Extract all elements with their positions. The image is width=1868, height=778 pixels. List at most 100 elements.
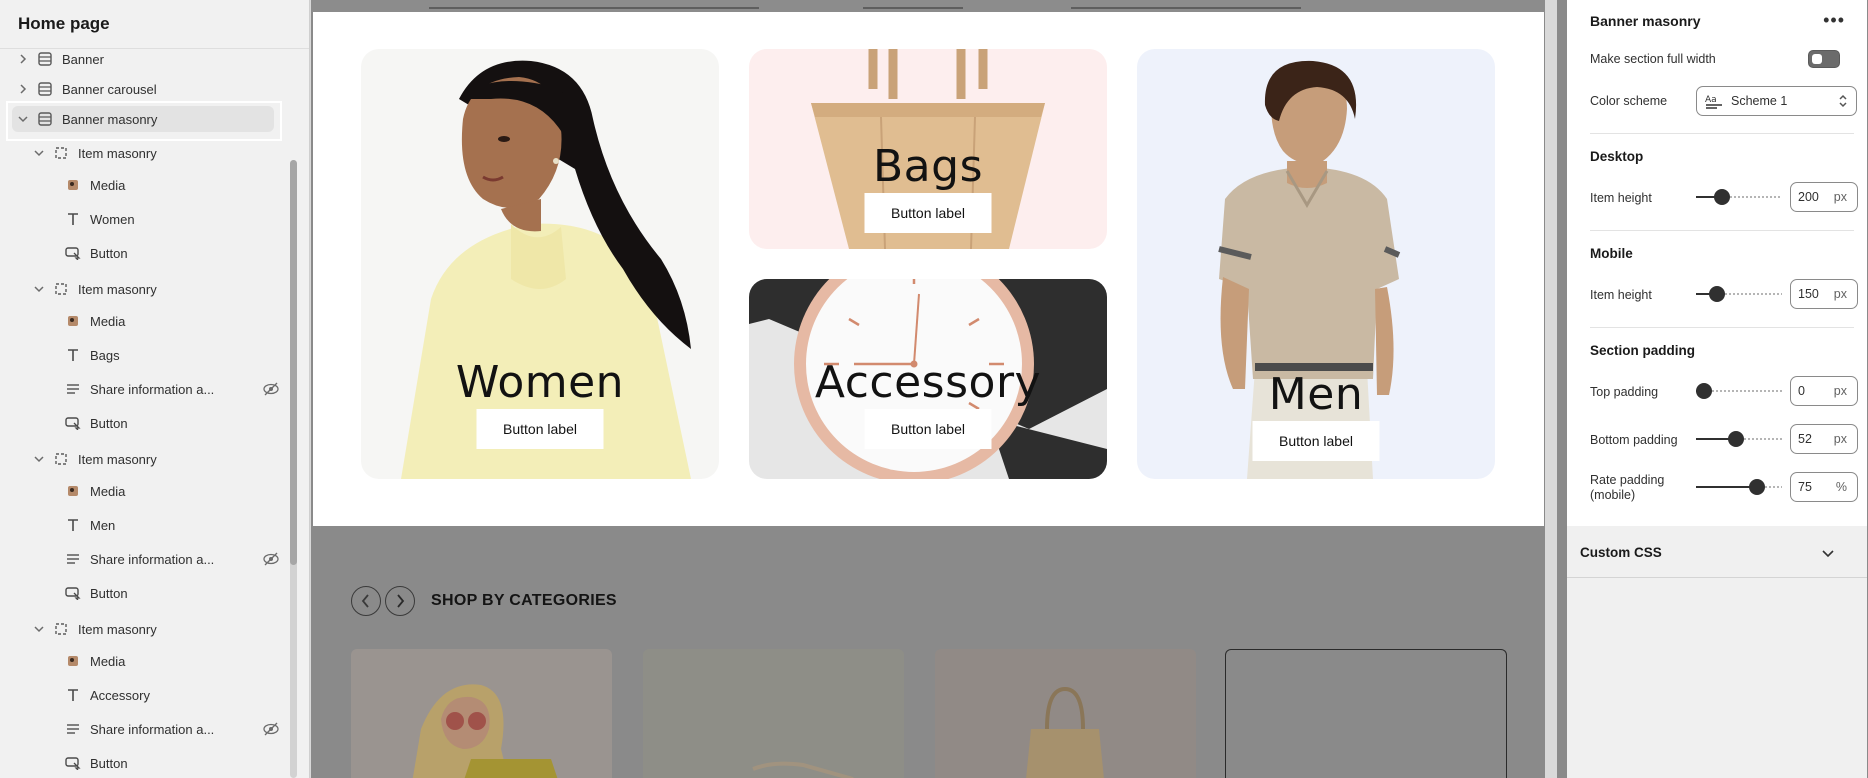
slider-track[interactable] (1704, 390, 1782, 392)
carousel-prev-button[interactable] (351, 586, 381, 616)
tree-item-label: Button (90, 245, 128, 261)
block-icon (52, 450, 70, 468)
settings-card: Banner masonry ••• Make section full wid… (1567, 0, 1867, 526)
tree-item-label: Button (90, 585, 128, 601)
slider-thumb[interactable] (1714, 189, 1730, 205)
previous-section-line (863, 7, 963, 9)
tree-item-men[interactable]: Men (64, 512, 280, 538)
custom-css-label[interactable]: Custom CSS (1580, 545, 1662, 560)
lines-icon (64, 550, 82, 568)
top-padding-slider[interactable] (1696, 383, 1782, 399)
tree-item-item-masonry[interactable]: Item masonry (32, 276, 276, 302)
media-icon (64, 312, 82, 330)
masonry-item-women[interactable]: Women Button label (361, 49, 719, 479)
input-unit: px (1833, 384, 1847, 398)
chevron-right-icon (397, 594, 405, 608)
text-icon (64, 210, 82, 228)
desktop-item-height-slider[interactable] (1696, 189, 1782, 205)
tree-item-item-masonry[interactable]: Item masonry (32, 446, 276, 472)
carousel-next-button[interactable] (385, 586, 415, 616)
color-scheme-select[interactable]: Aa Scheme 1 (1696, 86, 1857, 116)
desktop-item-height-input[interactable]: 200 px (1790, 182, 1858, 212)
tree-item-button[interactable]: Button (64, 410, 280, 436)
tree-item-bags[interactable]: Bags (64, 342, 280, 368)
chevron-down-icon[interactable] (32, 452, 46, 466)
tree-item-label: Item masonry (78, 145, 157, 161)
slider-thumb[interactable] (1696, 383, 1712, 399)
eye-off-icon[interactable] (262, 720, 280, 738)
eye-off-icon[interactable] (262, 380, 280, 398)
women-heading: Women (455, 357, 625, 408)
category-card[interactable] (935, 649, 1196, 778)
tree-item-label: Women (90, 211, 135, 227)
tree-item-banner-carousel[interactable]: Banner carousel (16, 76, 276, 102)
bags-button[interactable]: Button label (864, 193, 992, 233)
full-width-toggle[interactable] (1808, 50, 1840, 68)
slider-track[interactable] (1717, 293, 1782, 295)
tree-item-women[interactable]: Women (64, 206, 280, 232)
category-card[interactable] (351, 649, 612, 778)
input-unit: % (1835, 480, 1847, 494)
bottom-padding-slider[interactable] (1696, 431, 1782, 447)
slider-thumb[interactable] (1709, 286, 1725, 302)
masonry-item-accessory[interactable]: Accessory Button label (749, 279, 1107, 479)
chevron-right-icon[interactable] (16, 52, 30, 66)
tree-item-share-information-a[interactable]: Share information a... (64, 376, 280, 402)
chevron-down-icon[interactable] (1822, 545, 1834, 563)
rate-padding-slider[interactable] (1696, 479, 1782, 495)
block-icon (52, 144, 70, 162)
text-icon (64, 686, 82, 704)
tree-item-media[interactable]: Media (64, 172, 280, 198)
banner-masonry-section[interactable]: Women Button label Bags Button label Acc… (313, 12, 1544, 526)
tree-item-label: Button (90, 415, 128, 431)
tree-item-media[interactable]: Media (64, 478, 280, 504)
section-padding-heading: Section padding (1590, 343, 1696, 358)
rate-padding-label-2: (mobile) (1590, 488, 1636, 502)
bottom-padding-label: Bottom padding (1590, 433, 1678, 447)
tree-item-accessory[interactable]: Accessory (64, 682, 280, 708)
tree-item-media[interactable]: Media (64, 308, 280, 334)
tree-item-item-masonry[interactable]: Item masonry (32, 616, 276, 642)
tree-item-button[interactable]: Button (64, 750, 280, 776)
accessory-button[interactable]: Button label (864, 409, 992, 449)
mobile-heading: Mobile (1590, 246, 1633, 261)
button-icon (64, 584, 82, 602)
slider-thumb[interactable] (1749, 479, 1765, 495)
tree-item-item-masonry[interactable]: Item masonry (32, 140, 276, 166)
desktop-item-height-label: Item height (1590, 191, 1652, 205)
slider-thumb[interactable] (1728, 431, 1744, 447)
tree-item-share-information-a[interactable]: Share information a... (64, 546, 280, 572)
tree-item-share-information-a[interactable]: Share information a... (64, 716, 280, 742)
slider-track[interactable] (1722, 196, 1782, 198)
men-button[interactable]: Button label (1252, 421, 1380, 461)
tree-item-button[interactable]: Button (64, 240, 280, 266)
chevron-down-icon[interactable] (32, 622, 46, 636)
input-unit: px (1833, 432, 1847, 446)
women-button[interactable]: Button label (476, 409, 604, 449)
category-image (412, 684, 558, 778)
previous-section-line (429, 7, 759, 9)
top-padding-input[interactable]: 0 px (1790, 376, 1858, 406)
eye-off-icon[interactable] (262, 550, 280, 568)
color-scheme-value: Scheme 1 (1731, 94, 1788, 108)
shop-by-categories-section[interactable]: SHOP BY CATEGORIES (311, 526, 1545, 778)
color-scheme-icon: Aa (1705, 92, 1723, 110)
tree-item-button[interactable]: Button (64, 580, 280, 606)
chevron-down-icon[interactable] (32, 282, 46, 296)
masonry-item-bags[interactable]: Bags Button label (749, 49, 1107, 249)
rate-padding-input[interactable]: 75 % (1790, 472, 1858, 502)
masonry-item-men[interactable]: Men Button label (1137, 49, 1495, 479)
chevron-right-icon[interactable] (16, 82, 30, 96)
chevron-down-icon[interactable] (32, 146, 46, 160)
mobile-item-height-slider[interactable] (1696, 286, 1782, 302)
bottom-padding-input[interactable]: 52 px (1790, 424, 1858, 454)
category-card-empty[interactable] (1225, 649, 1507, 778)
sidebar-scrollbar[interactable] (290, 160, 297, 565)
mobile-item-height-label: Item height (1590, 288, 1652, 302)
tree-item-media[interactable]: Media (64, 648, 280, 674)
category-card[interactable] (643, 649, 904, 778)
desktop-heading: Desktop (1590, 149, 1644, 164)
more-actions-icon[interactable]: ••• (1823, 10, 1845, 31)
tree-item-banner[interactable]: Banner (16, 46, 276, 72)
mobile-item-height-input[interactable]: 150 px (1790, 279, 1858, 309)
